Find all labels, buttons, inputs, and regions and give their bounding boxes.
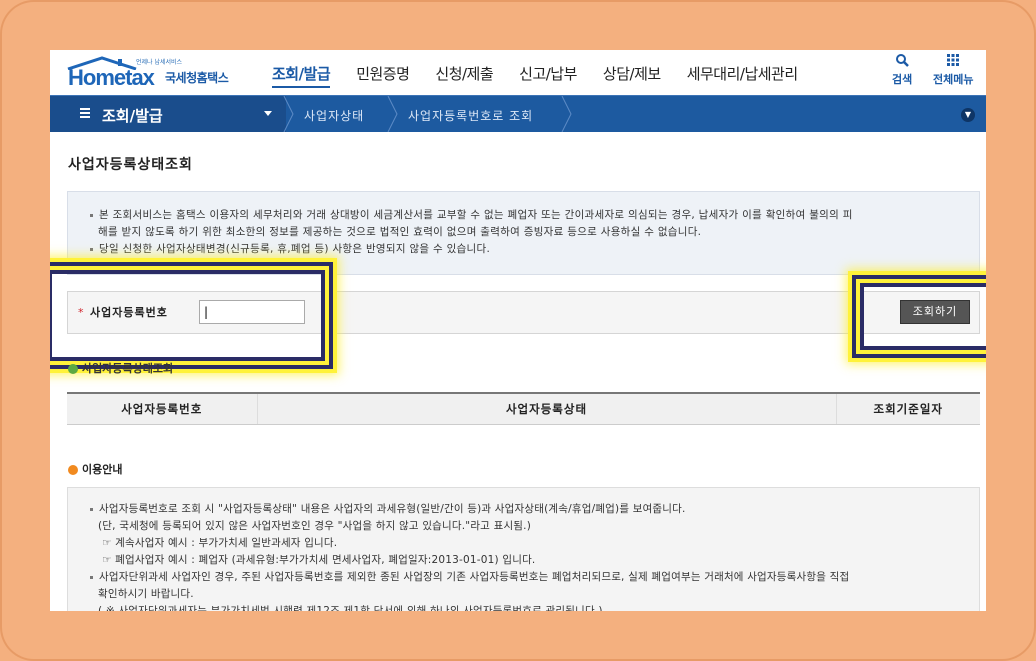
guide-text-6: 확인하시기 바랍니다. <box>98 588 194 600</box>
bullet-icon <box>90 213 93 217</box>
col-business-status: 사업자등록상태 <box>256 392 836 425</box>
nav-item-civil-certificate[interactable]: 민원증명 <box>356 64 410 88</box>
notice-text-1: 본 조회서비스는 홈택스 이용자의 세무처리와 거래 상대방이 세금계산서를 교… <box>99 209 853 221</box>
search-label: 검색 <box>892 73 913 86</box>
result-section-title: 사업자등록상태조회 <box>68 360 173 376</box>
notice-line: 본 조회서비스는 홈택스 이용자의 세무처리와 거래 상대방이 세금계산서를 교… <box>90 207 853 224</box>
bullet-icon <box>90 575 93 579</box>
notice-text-3: 당일 신청한 사업자상태변경(신규등록, 휴,폐업 등) 사항은 반영되지 않을… <box>99 243 491 255</box>
notice-text-2: 해를 받지 않도록 하기 위한 최소한의 정보를 제공하는 것으로 법적인 효력… <box>98 226 702 238</box>
guide-line: 사업자단위과세 사업자인 경우, 주된 사업자등록번호를 제외한 종된 사업장의… <box>90 569 849 585</box>
chevron-down-icon[interactable]: ▼ <box>961 108 975 122</box>
hometax-logo[interactable]: 언제나 납세서비스 Hometax 국세청홈택스 <box>66 54 246 90</box>
guide-title-label: 이용안내 <box>82 463 123 476</box>
breadcrumb-home-dropdown[interactable]: 조회/발급 <box>50 96 286 132</box>
all-menu-label: 전체메뉴 <box>933 73 974 86</box>
nav-item-filing-payment[interactable]: 신고/납부 <box>519 64 577 88</box>
site-header: 언제나 납세서비스 Hometax 국세청홈택스 조회/발급 민원증명 신청/제… <box>50 50 986 95</box>
col-reference-date: 조회기준일자 <box>835 392 980 425</box>
bullet-icon <box>90 247 93 251</box>
breadcrumb-bar: 조회/발급 사업자상태 사업자등록번호로 조회 ▼ <box>50 95 986 132</box>
guide-text-1: 사업자등록번호로 조회 시 "사업자등록상태" 내용은 사업자의 과세유형(일반… <box>99 503 686 515</box>
main-nav: 조회/발급 민원증명 신청/제출 신고/납부 상담/제보 세무대리/납세관리 <box>272 64 824 88</box>
grid-menu-icon <box>933 53 973 71</box>
result-section-label: 사업자등록상태조회 <box>82 362 174 375</box>
guide-title: 이용안내 <box>68 461 122 477</box>
orange-dot-icon <box>68 465 78 475</box>
page-title: 사업자등록상태조회 <box>68 157 193 173</box>
guide-box: 사업자등록번호로 조회 시 "사업자등록상태" 내용은 사업자의 과세유형(일반… <box>67 487 980 611</box>
breadcrumb-separator-icon <box>561 96 572 132</box>
nav-item-inquiry[interactable]: 조회/발급 <box>272 64 331 88</box>
breadcrumb-separator-icon <box>283 96 294 132</box>
browser-content: 언제나 납세서비스 Hometax 국세청홈택스 조회/발급 민원증명 신청/제… <box>50 50 986 611</box>
bullet-icon <box>90 507 93 511</box>
result-table: 사업자등록번호 사업자등록상태 조회기준일자 <box>67 392 980 425</box>
hamburger-icon <box>80 108 90 120</box>
breadcrumb-home-label: 조회/발급 <box>102 107 163 125</box>
green-dot-icon <box>68 364 78 374</box>
guide-text-2: (단, 국세청에 등록되어 있지 않은 사업자번호인 경우 "사업을 하지 않고… <box>98 520 531 532</box>
col-business-number: 사업자등록번호 <box>67 392 257 425</box>
breadcrumb-business-status[interactable]: 사업자상태 <box>304 107 364 124</box>
nav-item-tax-agent[interactable]: 세무대리/납세관리 <box>687 64 798 88</box>
guide-line: 사업자등록번호로 조회 시 "사업자등록상태" 내용은 사업자의 과세유형(일반… <box>90 501 686 517</box>
guide-text-4: ☞ 폐업사업자 예시 : 폐업자 (과세유형:부가가치세 면세사업자, 폐업일자… <box>102 554 536 566</box>
search-icon <box>892 53 912 71</box>
all-menu-button[interactable]: 전체메뉴 <box>933 53 973 87</box>
nav-item-application[interactable]: 신청/제출 <box>435 64 493 88</box>
guide-text-3: ☞ 계속사업자 예시 : 부가가치세 일반과세자 입니다. <box>102 537 338 549</box>
breadcrumb-separator-icon <box>387 96 398 132</box>
guide-text-7: ( ※ 사업자단위과세자는 부가가치세법 시행령 제12조 제1항 단서에 의해… <box>98 605 603 611</box>
chevron-down-icon <box>264 111 272 116</box>
guide-text-5: 사업자단위과세 사업자인 경우, 주된 사업자등록번호를 제외한 종된 사업장의… <box>99 571 850 583</box>
search-button[interactable]: 검색 <box>892 53 912 87</box>
notice-line: 당일 신청한 사업자상태변경(신규등록, 휴,폐업 등) 사항은 반영되지 않을… <box>90 241 490 258</box>
brand-korean-name: 국세청홈택스 <box>165 71 229 85</box>
nav-item-consultation[interactable]: 상담/제보 <box>603 64 661 88</box>
breadcrumb-lookup-by-number[interactable]: 사업자등록번호로 조회 <box>408 107 533 124</box>
brand-wordmark: Hometax <box>68 65 155 90</box>
highlight-box-button <box>852 275 986 358</box>
highlight-box-input <box>50 262 333 369</box>
